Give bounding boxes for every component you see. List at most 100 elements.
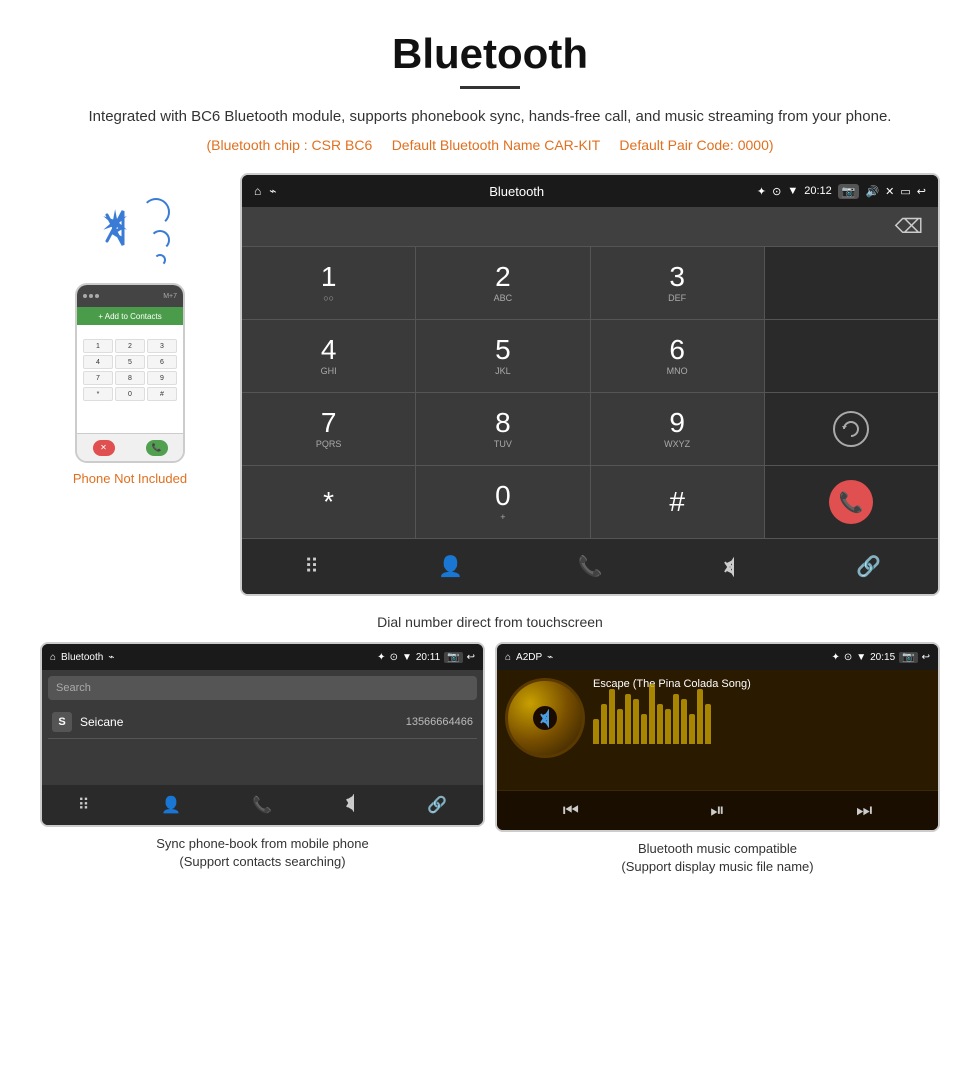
play-pause-button[interactable]: ⏯ — [710, 800, 724, 821]
eq-bar — [697, 689, 703, 744]
nav-phone-button[interactable]: 📞 — [520, 539, 659, 594]
eq-bar — [625, 694, 631, 744]
search-bar[interactable]: Search — [48, 676, 477, 700]
dot-2 — [89, 294, 93, 298]
description-text: Integrated with BC6 Bluetooth module, su… — [80, 105, 900, 129]
code-spec: Default Pair Code: 0000) — [619, 137, 773, 153]
middle-section: ✶ M+7 + Add to Contacts 1 — [0, 163, 980, 606]
nav-bluetooth-button[interactable] — [660, 539, 799, 594]
key-7[interactable]: 7 PQRS — [242, 393, 415, 465]
nav-link-button[interactable]: 🔗 — [799, 539, 938, 594]
key-empty-1 — [765, 247, 938, 319]
key-star[interactable]: * — [242, 466, 415, 538]
next-track-button[interactable]: ⏭ — [856, 800, 872, 821]
pb-wifi-icon: ▼ — [402, 652, 412, 663]
eq-bar — [617, 709, 623, 744]
dial-display: ⌫ — [242, 207, 938, 247]
music-statusbar: ⌂ A2DP ⌁ ✦ ⊙ ▼ 20:15 📷 ↩ — [497, 644, 938, 670]
camera-status-icon[interactable]: 📷 — [838, 184, 860, 199]
title-section: Bluetooth Integrated with BC6 Bluetooth … — [0, 0, 980, 163]
key-2[interactable]: 2 ABC — [416, 247, 589, 319]
chip-spec: (Bluetooth chip : CSR BC6 — [206, 137, 372, 153]
key-9[interactable]: 9 WXYZ — [591, 393, 764, 465]
eq-bar — [705, 704, 711, 744]
add-contacts-bar: + Add to Contacts — [77, 307, 183, 325]
volume-status-icon[interactable]: 🔊 — [865, 185, 879, 198]
music-bt-icon: ✦ — [831, 652, 839, 663]
bluetooth-icon-container: ✶ — [90, 193, 170, 273]
pb-title: Bluetooth — [61, 652, 103, 663]
phonebook-screen: ⌂ Bluetooth ⌁ ✦ ⊙ ▼ 20:11 📷 ↩ Search — [40, 642, 485, 827]
pb-user-icon[interactable]: 👤 — [161, 795, 181, 815]
music-statusbar-left: ⌂ A2DP ⌁ — [505, 652, 553, 663]
pb-bt-icon: ✦ — [377, 652, 385, 663]
pb-time: 20:11 — [416, 652, 440, 663]
wave-small — [154, 254, 166, 266]
phone-screen-content: 1 2 3 4 5 6 7 8 9 * 0 # — [77, 325, 183, 433]
key-0[interactable]: 0 + — [416, 466, 589, 538]
pb-back-icon[interactable]: ↩ — [467, 652, 475, 663]
mini-key-hash[interactable]: # — [147, 387, 177, 401]
music-caption: Bluetooth music compatible(Support displ… — [621, 840, 813, 876]
music-usb-icon: ⌁ — [547, 652, 553, 663]
nav-grid-button[interactable]: ⠿ — [242, 539, 381, 594]
pb-home-icon[interactable]: ⌂ — [50, 652, 56, 663]
title-divider — [460, 86, 520, 89]
mini-key-6[interactable]: 6 — [147, 355, 177, 369]
mini-key-star[interactable]: * — [83, 387, 113, 401]
mini-key-4[interactable]: 4 — [83, 355, 113, 369]
music-home-icon[interactable]: ⌂ — [505, 652, 511, 663]
back-status-icon[interactable]: ↩ — [917, 185, 926, 198]
mini-key-8[interactable]: 8 — [115, 371, 145, 385]
pb-grid-icon[interactable]: ⠿ — [78, 795, 90, 815]
key-8[interactable]: 8 TUV — [416, 393, 589, 465]
end-call-button-keypad[interactable]: 📞 — [829, 480, 873, 524]
key-3[interactable]: 3 DEF — [591, 247, 764, 319]
music-time: 20:15 — [870, 652, 895, 663]
mini-key-7[interactable]: 7 — [83, 371, 113, 385]
pb-bluetooth-icon[interactable] — [344, 794, 356, 817]
album-art — [505, 678, 585, 758]
statusbar-left: ⌂ ⌁ — [254, 184, 276, 198]
key-hash[interactable]: # — [591, 466, 764, 538]
eq-bar — [601, 704, 607, 744]
pb-camera-icon[interactable]: 📷 — [444, 652, 462, 663]
mini-key-5[interactable]: 5 — [115, 355, 145, 369]
backspace-button[interactable]: ⌫ — [895, 214, 923, 239]
key-5[interactable]: 5 JKL — [416, 320, 589, 392]
mini-key-3[interactable]: 3 — [147, 339, 177, 353]
end-call-button[interactable]: ✕ — [93, 440, 115, 456]
mini-key-1[interactable]: 1 — [83, 339, 113, 353]
bt-status-icon: ✦ — [757, 185, 766, 198]
name-spec: Default Bluetooth Name CAR-KIT — [392, 137, 600, 153]
prev-track-button[interactable]: ⏮ — [563, 800, 579, 821]
eq-bar — [681, 699, 687, 744]
nav-contacts-button[interactable]: 👤 — [381, 539, 520, 594]
refresh-icon[interactable] — [833, 411, 869, 447]
mini-key-0[interactable]: 0 — [115, 387, 145, 401]
contact-row[interactable]: S Seicane 13566664466 — [48, 706, 477, 739]
keypad-grid: 1 ○○ 2 ABC 3 DEF 4 GHI 5 JKL 6 — [242, 247, 938, 538]
close-status-icon[interactable]: ✕ — [885, 185, 894, 198]
music-camera-icon[interactable]: 📷 — [899, 652, 917, 663]
music-back-icon[interactable]: ↩ — [922, 652, 930, 663]
window-status-icon[interactable]: ▭ — [900, 185, 910, 198]
dot-3 — [95, 294, 99, 298]
eq-bar — [641, 714, 647, 744]
eq-bar — [593, 719, 599, 744]
mini-key-9[interactable]: 9 — [147, 371, 177, 385]
key-1[interactable]: 1 ○○ — [242, 247, 415, 319]
pb-phone-icon[interactable]: 📞 — [252, 795, 272, 815]
music-screen: ⌂ A2DP ⌁ ✦ ⊙ ▼ 20:15 📷 ↩ — [495, 642, 940, 832]
pb-link-icon[interactable]: 🔗 — [427, 795, 447, 815]
key-4[interactable]: 4 GHI — [242, 320, 415, 392]
mini-key-2[interactable]: 2 — [115, 339, 145, 353]
call-button[interactable]: 📞 — [146, 440, 168, 456]
dial-statusbar: ⌂ ⌁ Bluetooth ✦ ⊙ ▼ 20:12 📷 🔊 ✕ ▭ ↩ — [242, 175, 938, 207]
eq-bar — [673, 694, 679, 744]
phonebook-statusbar: ⌂ Bluetooth ⌁ ✦ ⊙ ▼ 20:11 📷 ↩ — [42, 644, 483, 670]
home-icon[interactable]: ⌂ — [254, 184, 261, 198]
usb-icon: ⌁ — [269, 184, 276, 198]
key-6[interactable]: 6 MNO — [591, 320, 764, 392]
pb-usb-icon: ⌁ — [108, 652, 114, 663]
